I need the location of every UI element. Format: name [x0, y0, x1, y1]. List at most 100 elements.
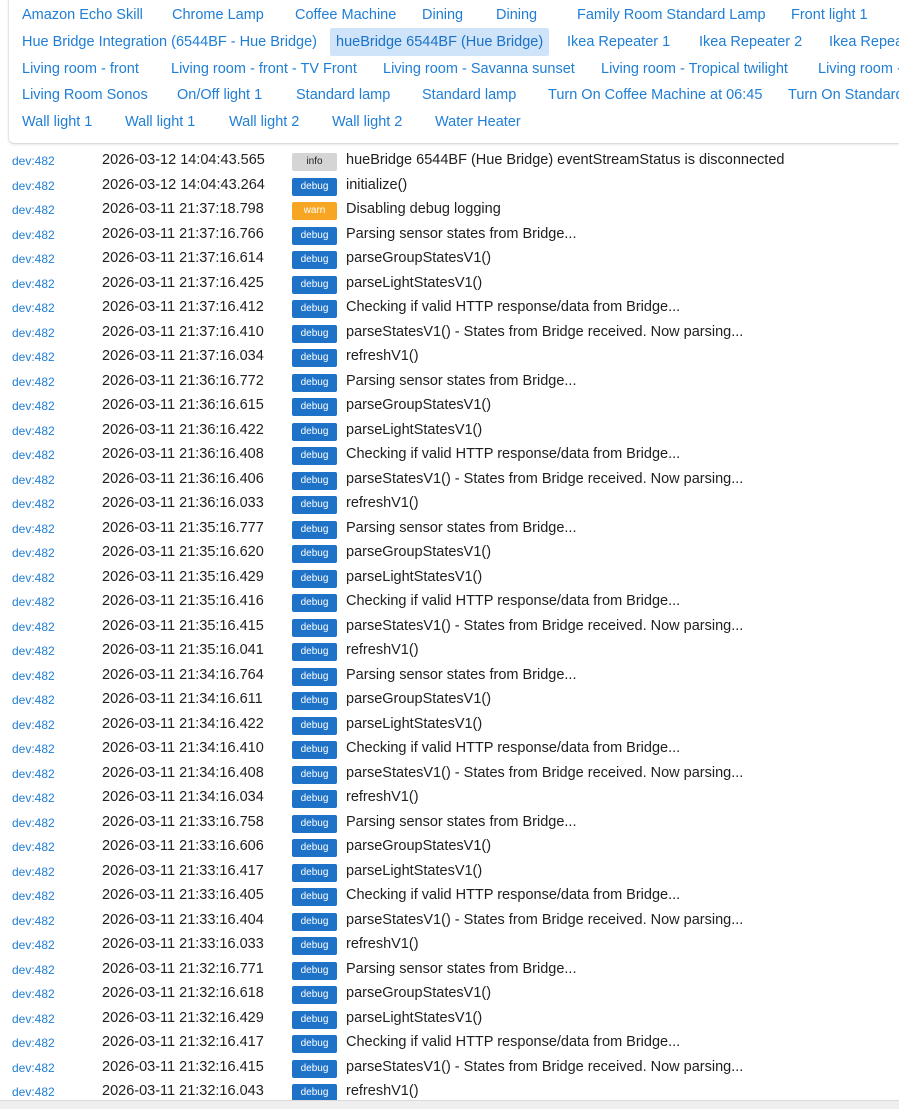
device-link[interactable]: dev:482	[12, 987, 55, 1001]
log-row: dev:482 2026-03-11 21:33:16.405 debug Check…	[0, 885, 899, 910]
log-message: parseGroupStatesV1()	[346, 985, 492, 1001]
device-link[interactable]: dev:482	[12, 301, 55, 315]
log-message: parseStatesV1() - States from Bridge rec…	[346, 1058, 744, 1075]
log-row: dev:482 2026-03-11 21:34:16.410 debug Check…	[0, 738, 899, 763]
device-link[interactable]: dev:482	[12, 816, 55, 830]
log-level-badge: debug	[292, 398, 337, 416]
device-filter-chip[interactable]: Dining	[490, 1, 543, 29]
device-filter-chip[interactable]: Living room - front - TV Front	[165, 55, 363, 83]
log-row: dev:482 2026-03-11 21:35:16.415 debug parse…	[0, 616, 899, 641]
device-link[interactable]: dev:482	[12, 522, 55, 536]
device-link[interactable]: dev:482	[12, 889, 55, 903]
device-link[interactable]: dev:482	[12, 179, 55, 193]
device-link[interactable]: dev:482	[12, 154, 55, 168]
device-filter-chip[interactable]: Wall light 2	[326, 108, 408, 136]
device-filter-chip[interactable]: Amazon Echo Skill	[16, 1, 149, 29]
log-message: initialize()	[346, 176, 408, 193]
log-timestamp: 2026-03-11 21:37:16.614	[102, 250, 264, 266]
device-link[interactable]: dev:482	[12, 620, 55, 634]
log-timestamp: 2026-03-11 21:35:16.416	[102, 593, 264, 609]
device-filter-chip[interactable]: Dining	[416, 1, 469, 29]
device-filter-chip[interactable]: Standard lamp	[290, 81, 396, 109]
device-link[interactable]: dev:482	[12, 252, 55, 266]
log-timestamp: 2026-03-11 21:32:16.415	[102, 1058, 264, 1075]
log-row: dev:482 2026-03-11 21:36:16.615 debug parse…	[0, 395, 899, 420]
device-link[interactable]: dev:482	[12, 424, 55, 438]
device-filter-chip[interactable]: Living room - Savanna sunset	[377, 55, 581, 83]
device-link[interactable]: dev:482	[12, 791, 55, 805]
log-timestamp: 2026-03-11 21:34:16.408	[102, 764, 264, 781]
log-message: parseLightStatesV1()	[346, 421, 483, 438]
log-message: Checking if valid HTTP response/data fro…	[346, 887, 681, 903]
log-message: Checking if valid HTTP response/data fro…	[346, 1034, 681, 1050]
device-filter-chip[interactable]: On/Off light 1	[171, 81, 268, 109]
device-link[interactable]: dev:482	[12, 669, 55, 683]
device-filter-chip[interactable]: Standard lamp	[416, 81, 522, 109]
device-filter-chip[interactable]: Family Room Standard Lamp	[571, 1, 772, 29]
log-row: dev:482 2026-03-11 21:33:16.606 debug parse…	[0, 836, 899, 861]
log-level-badge: debug	[292, 569, 337, 588]
log-timestamp: 2026-03-11 21:36:16.615	[102, 397, 264, 413]
device-link[interactable]: dev:482	[12, 497, 55, 511]
log-row: dev:482 2026-03-11 21:37:16.412 debug Check…	[0, 297, 899, 322]
device-link[interactable]: dev:482	[12, 1012, 55, 1026]
device-link[interactable]: dev:482	[12, 375, 55, 389]
device-filter-chip[interactable]: Ikea Repeater 1	[561, 28, 676, 56]
device-link[interactable]: dev:482	[12, 546, 55, 560]
log-level-badge: debug	[292, 741, 337, 759]
device-link[interactable]: dev:482	[12, 277, 55, 291]
device-filter-chip[interactable]: Ikea Repea	[823, 28, 899, 56]
device-filter-chip[interactable]: Ikea Repeater 2	[693, 28, 808, 56]
device-filter-chip[interactable]: Wall light 2	[223, 108, 305, 136]
log-message: parseStatesV1() - States from Bridge rec…	[346, 470, 744, 487]
log-timestamp: 2026-03-11 21:33:16.606	[102, 838, 264, 854]
device-filter-chip[interactable]: Living Room Sonos	[16, 81, 154, 109]
device-link[interactable]: dev:482	[12, 595, 55, 609]
device-link[interactable]: dev:482	[12, 399, 55, 413]
log-level-badge: info	[292, 153, 337, 171]
log-timestamp: 2026-03-11 21:36:16.772	[102, 372, 264, 389]
log-timestamp: 2026-03-11 21:36:16.406	[102, 470, 264, 487]
device-filter-chip[interactable]: Living room - Tropical twilight	[595, 55, 794, 83]
device-link[interactable]: dev:482	[12, 473, 55, 487]
log-message: Parsing sensor states from Bridge...	[346, 225, 577, 242]
device-filter-chip[interactable]: Water Heater	[429, 108, 527, 136]
log-row: dev:482 2026-03-11 21:37:16.766 debug Parsi…	[0, 224, 899, 249]
log-row: dev:482 2026-03-11 21:37:16.410 debug parse…	[0, 322, 899, 347]
device-filter-chip[interactable]: hueBridge 6544BF (Hue Bridge)	[330, 28, 550, 56]
device-link[interactable]: dev:482	[12, 571, 55, 585]
device-link[interactable]: dev:482	[12, 938, 55, 952]
device-link[interactable]: dev:482	[12, 840, 55, 854]
device-filter-chip[interactable]: Living room - front	[16, 55, 145, 83]
device-link[interactable]: dev:482	[12, 914, 55, 928]
device-filter-chip[interactable]: Turn On Standard	[782, 81, 899, 109]
log-message: Parsing sensor states from Bridge...	[346, 666, 577, 683]
device-link[interactable]: dev:482	[12, 1061, 55, 1075]
device-filter-chip[interactable]: Coffee Machine	[289, 1, 402, 29]
log-timestamp: 2026-03-11 21:37:16.425	[102, 274, 264, 291]
device-filter-chip[interactable]: Chrome Lamp	[166, 1, 270, 29]
device-link[interactable]: dev:482	[12, 1085, 55, 1099]
device-link[interactable]: dev:482	[12, 865, 55, 879]
device-link[interactable]: dev:482	[12, 963, 55, 977]
device-link[interactable]: dev:482	[12, 693, 55, 707]
device-filter-chip[interactable]: Turn On Coffee Machine at 06:45	[542, 81, 768, 109]
device-filter-chip[interactable]: Wall light 1	[119, 108, 201, 136]
device-filter-chip[interactable]: Living room -	[812, 55, 899, 83]
device-filter-chip[interactable]: Wall light 1	[16, 108, 98, 136]
device-filter-chip[interactable]: Front light 1	[785, 1, 874, 29]
log-row: dev:482 2026-03-11 21:33:16.404 debug parse…	[0, 910, 899, 935]
device-link[interactable]: dev:482	[12, 742, 55, 756]
device-link[interactable]: dev:482	[12, 203, 55, 217]
device-link[interactable]: dev:482	[12, 1036, 55, 1050]
device-link[interactable]: dev:482	[12, 448, 55, 462]
log-row: dev:482 2026-03-11 21:34:16.422 debug parse…	[0, 714, 899, 739]
device-link[interactable]: dev:482	[12, 350, 55, 364]
device-link[interactable]: dev:482	[12, 644, 55, 658]
device-link[interactable]: dev:482	[12, 718, 55, 732]
device-link[interactable]: dev:482	[12, 767, 55, 781]
log-timestamp: 2026-03-11 21:32:16.417	[102, 1034, 264, 1050]
device-link[interactable]: dev:482	[12, 326, 55, 340]
device-filter-chip[interactable]: Hue Bridge Integration (6544BF - Hue Bri…	[16, 28, 323, 56]
device-link[interactable]: dev:482	[12, 228, 55, 242]
